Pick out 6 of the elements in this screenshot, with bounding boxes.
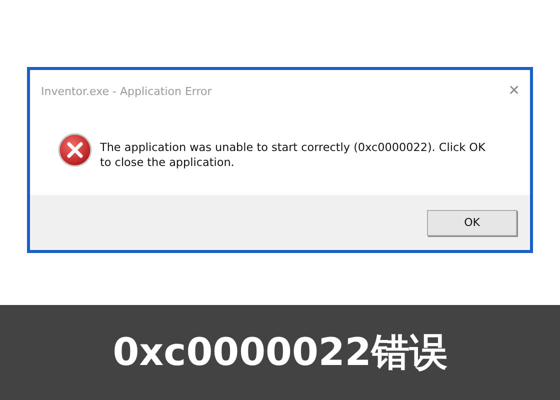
window-title: Inventor.exe - Application Error bbox=[41, 84, 212, 98]
ok-button[interactable]: OK bbox=[427, 210, 517, 236]
caption-text: 0xc0000022错误 bbox=[112, 329, 448, 376]
close-button[interactable]: ✕ bbox=[508, 84, 520, 98]
error-message: The application was unable to start correctly (0xc0000022). Click OK to close the application. bbox=[100, 140, 486, 170]
error-icon bbox=[58, 133, 92, 167]
